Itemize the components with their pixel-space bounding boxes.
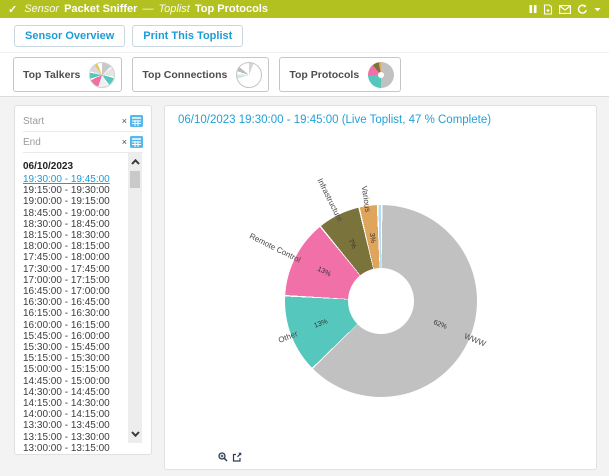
top-talkers-pie-icon	[89, 62, 115, 88]
start-calendar-icon[interactable]	[130, 115, 143, 127]
email-icon[interactable]	[559, 5, 571, 14]
object-kind-label: Sensor	[24, 3, 59, 15]
print-toplist-button[interactable]: Print This Toplist	[132, 25, 243, 47]
toolbar-divider	[0, 52, 609, 53]
tab-top-protocols-label: Top Protocols	[289, 69, 359, 81]
end-date-input[interactable]	[23, 137, 85, 148]
refresh-icon[interactable]	[577, 4, 588, 15]
zoom-icon[interactable]	[218, 452, 228, 462]
top-protocols-pie-icon	[368, 62, 394, 88]
toplist-panel: 06/10/2023 19:30:00 - 19:45:00 (Live Top…	[164, 105, 597, 470]
date-header: 06/10/2023	[23, 161, 143, 172]
clear-end-icon[interactable]: ×	[122, 138, 127, 147]
tab-top-talkers[interactable]: Top Talkers	[13, 57, 122, 92]
report-icon[interactable]	[543, 4, 553, 15]
clear-start-icon[interactable]: ×	[122, 117, 127, 126]
tab-top-protocols[interactable]: Top Protocols	[279, 57, 401, 92]
end-date-row: ×	[23, 132, 143, 153]
time-list-scrollbar[interactable]	[128, 153, 142, 443]
breadcrumb-separator: —	[142, 3, 153, 15]
donut-hole	[348, 268, 414, 334]
toplist-tabs: Top Talkers Top Connections Top Protocol…	[13, 57, 401, 92]
header-actions	[529, 4, 601, 15]
pie-center-dot	[378, 72, 384, 78]
sensor-name[interactable]: Packet Sniffer	[64, 3, 137, 15]
toolbar: Sensor Overview Print This Toplist	[14, 25, 243, 47]
scroll-up-icon[interactable]	[128, 155, 142, 169]
app-window: ✓ Sensor Packet Sniffer — Toplist Top Pr…	[0, 0, 609, 476]
start-date-row: ×	[23, 111, 143, 132]
top-connections-pie-icon	[236, 62, 262, 88]
time-range-item[interactable]: 13:00:00 - 13:15:00	[23, 443, 151, 454]
filter-panel: × × 06/10/2023 19:30:00 - 19:45:0019:15:…	[14, 105, 152, 455]
section-name: Top Protocols	[195, 3, 268, 15]
status-check-icon: ✓	[8, 3, 17, 16]
open-external-icon[interactable]	[232, 452, 242, 462]
pause-icon[interactable]	[529, 4, 537, 14]
tab-top-connections-label: Top Connections	[142, 69, 227, 81]
scrollbar-thumb[interactable]	[130, 171, 140, 188]
section-label: Toplist	[158, 3, 189, 15]
toplist-title: 06/10/2023 19:30:00 - 19:45:00 (Live Top…	[178, 114, 491, 126]
scroll-down-icon[interactable]	[128, 427, 142, 441]
sensor-overview-button[interactable]: Sensor Overview	[14, 25, 125, 47]
header-bar: ✓ Sensor Packet Sniffer — Toplist Top Pr…	[0, 0, 609, 18]
tab-top-connections[interactable]: Top Connections	[132, 57, 269, 92]
start-date-input[interactable]	[23, 116, 85, 127]
chart-actions	[218, 452, 242, 462]
caret-down-icon[interactable]	[594, 7, 601, 12]
end-calendar-icon[interactable]	[130, 136, 143, 148]
tab-top-talkers-label: Top Talkers	[23, 69, 80, 81]
